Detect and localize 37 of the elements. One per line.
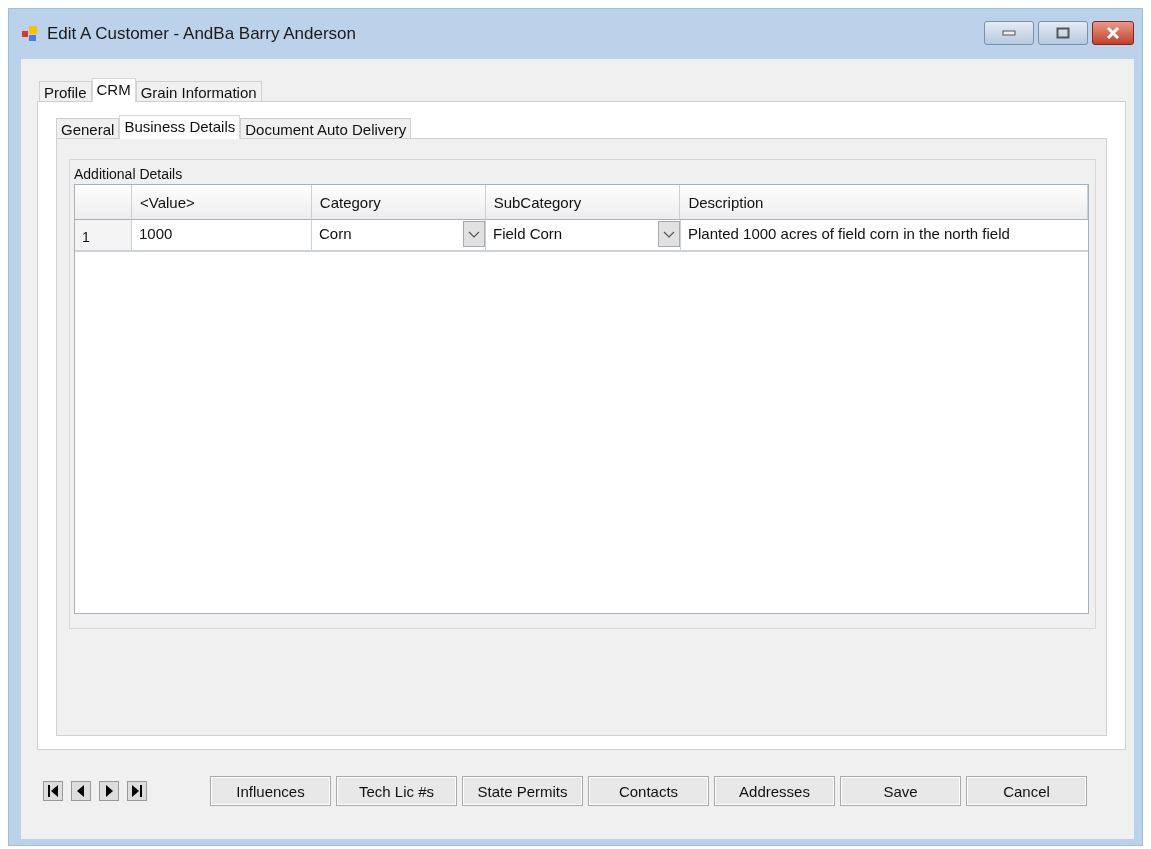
table-cell: 1000 [132,220,312,250]
cell-value: Corn [319,224,352,244]
previous-record-icon[interactable] [71,781,91,801]
minimize-button[interactable] [984,21,1034,45]
column-header[interactable]: Description [680,185,1088,220]
cell-value: Field Corn [493,224,563,244]
close-button[interactable] [1092,21,1134,45]
table-cell: Planted 1000 acres of field corn in the north field [681,220,1088,250]
tab[interactable]: General [56,118,120,138]
row-header[interactable]: 1 [75,220,132,250]
window-title: Edit A Customer - AndBa Barry Anderson [47,24,356,44]
group-title: Additional Details [74,166,184,182]
maximize-button[interactable] [1038,21,1088,45]
last-record-icon[interactable] [127,781,147,801]
tab[interactable]: CRM [91,78,136,102]
tab[interactable]: Business Details [119,115,241,139]
column-header[interactable]: <Value> [132,185,312,220]
action-button[interactable]: State Permits [462,776,583,806]
maximize-icon [1056,27,1070,39]
column-header[interactable]: Category [311,185,486,220]
tab[interactable]: Document Auto Delivery [240,118,412,138]
action-button[interactable]: Addresses [714,776,835,806]
column-header[interactable]: SubCategory [485,185,681,220]
action-button[interactable]: Contacts [588,776,709,806]
action-button[interactable]: Save [840,776,961,806]
action-button[interactable]: Tech Lic #s [336,776,457,806]
tab[interactable]: Grain Information [135,81,262,101]
first-record-icon[interactable] [43,781,63,801]
combo-cell[interactable]: Field Corn [486,220,681,250]
combo-cell[interactable]: Corn [312,220,486,250]
next-record-icon[interactable] [99,781,119,801]
action-button[interactable]: Influences [210,776,331,806]
action-button[interactable]: Cancel [966,776,1087,806]
minimize-icon [1002,30,1016,36]
tab[interactable]: Profile [39,81,92,101]
app-icon [21,25,39,43]
close-icon [1105,27,1121,39]
